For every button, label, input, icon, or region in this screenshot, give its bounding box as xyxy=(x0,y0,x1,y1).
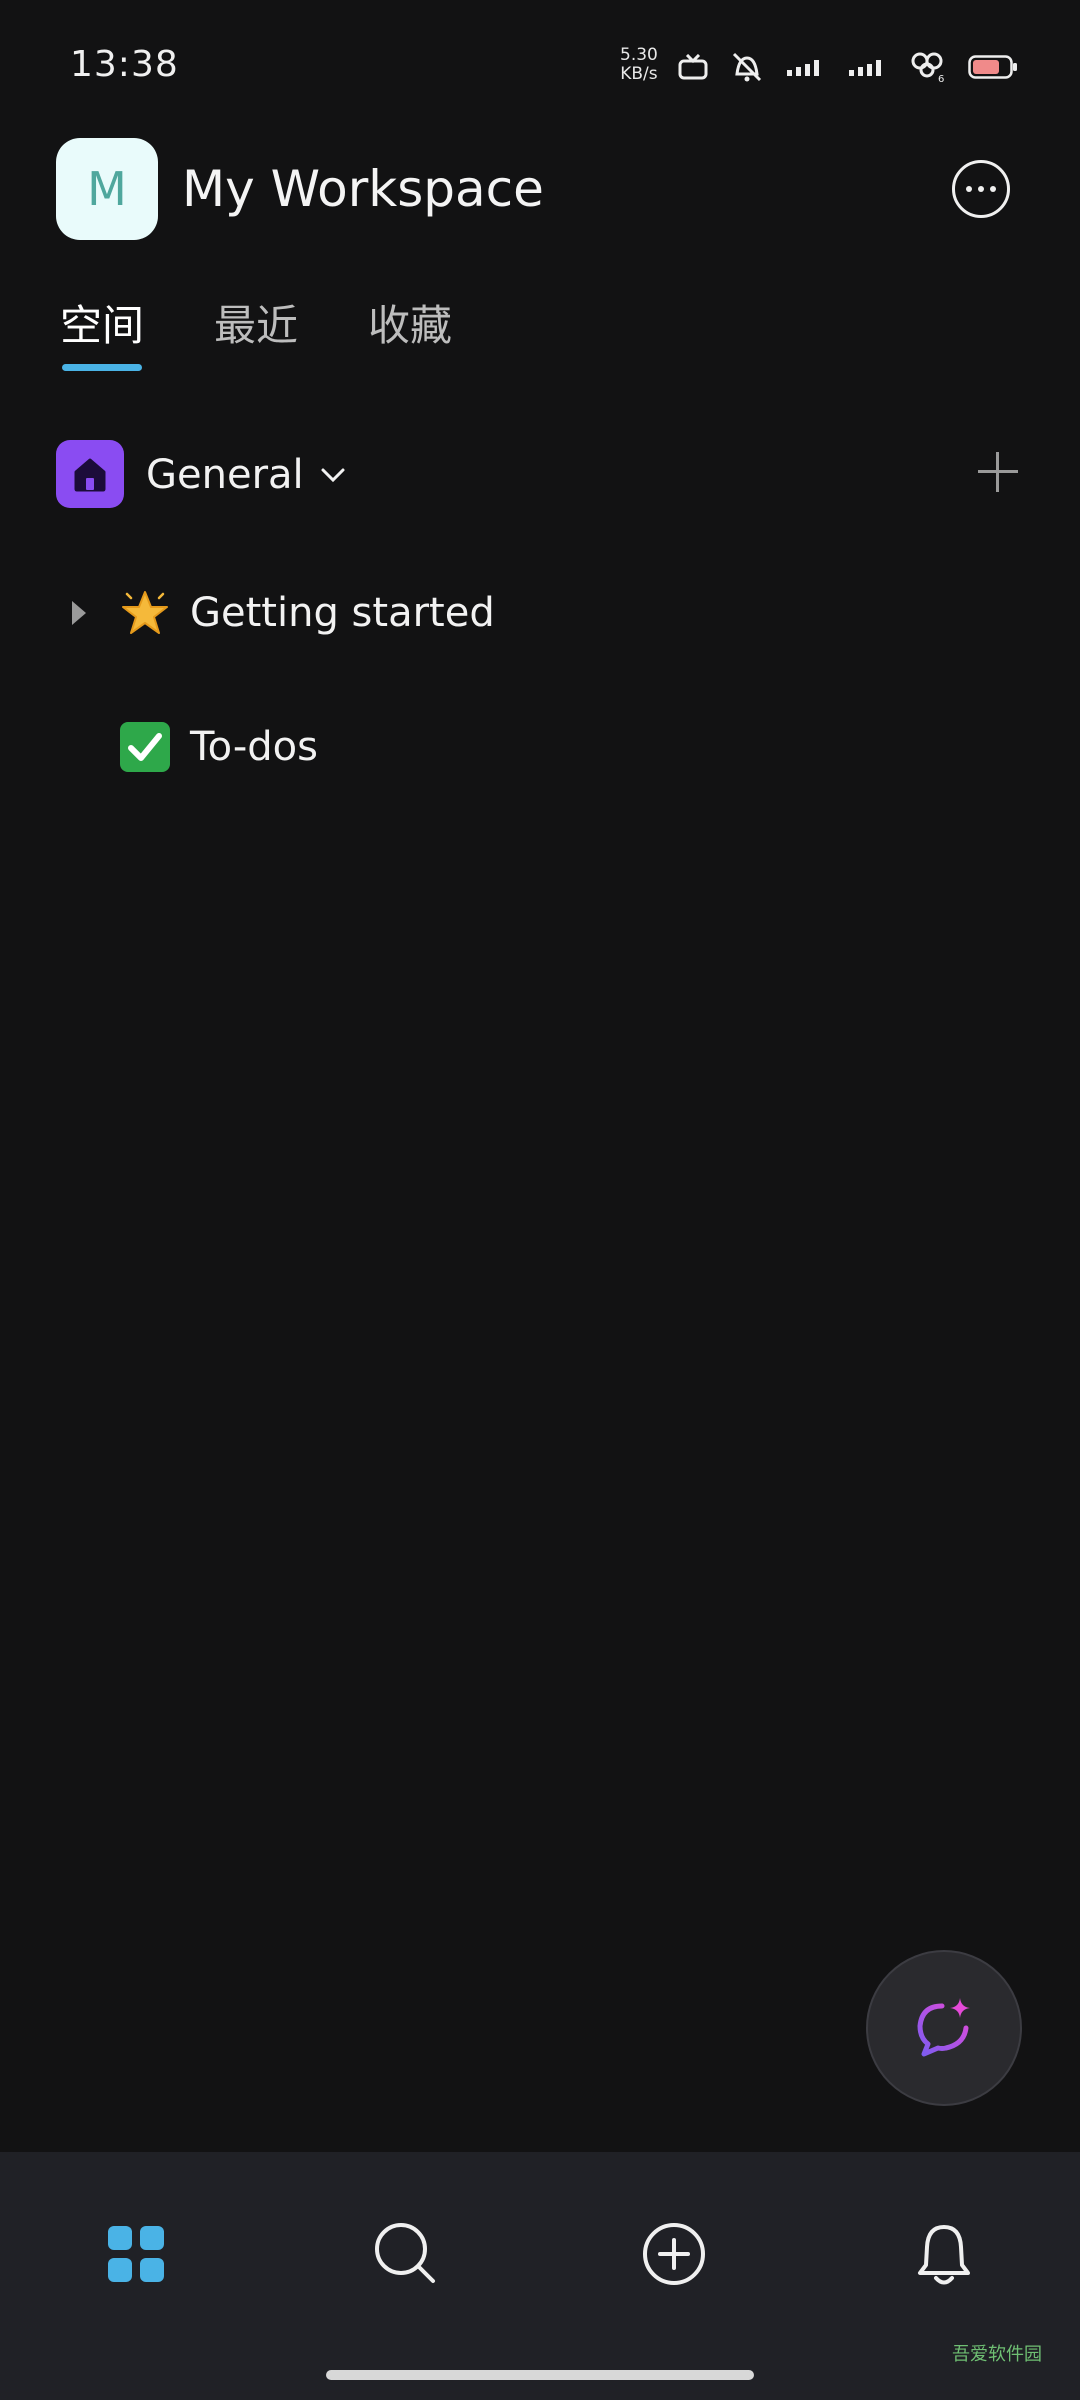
tv-icon xyxy=(678,54,708,80)
ai-chat-button[interactable] xyxy=(866,1950,1022,2106)
nav-add[interactable] xyxy=(634,2214,714,2294)
star-icon xyxy=(118,586,172,640)
space-selector[interactable]: General xyxy=(146,452,346,498)
nav-notifications[interactable] xyxy=(904,2214,984,2294)
watermark: 吾爱软件园 xyxy=(952,2344,1042,2365)
space-home-icon[interactable] xyxy=(56,440,124,508)
nav-home[interactable] xyxy=(96,2214,176,2294)
more-dot xyxy=(966,186,972,192)
home-indicator[interactable] xyxy=(326,2370,754,2380)
add-page-button[interactable] xyxy=(978,452,1018,492)
bottom-navigation xyxy=(0,2152,1080,2400)
space-name: General xyxy=(146,452,304,498)
tab-favorites[interactable]: 收藏 xyxy=(368,292,452,372)
screen: 13:38 5.30 KB/s 6 M My Workspace 空间 最近 收… xyxy=(0,0,1080,2400)
check-icon xyxy=(118,720,172,774)
tab-bar: 空间 最近 收藏 xyxy=(60,292,452,372)
page-title: Getting started xyxy=(190,590,495,636)
tab-space[interactable]: 空间 xyxy=(60,292,144,372)
page-title: To-dos xyxy=(190,724,318,770)
alarm-off-icon xyxy=(732,52,762,82)
network-speed-unit: KB/s xyxy=(620,64,658,84)
page-item[interactable]: To-dos xyxy=(0,702,1080,792)
network-speed-value: 5.30 xyxy=(620,45,658,65)
tab-label: 收藏 xyxy=(368,301,453,350)
page-item[interactable]: Getting started xyxy=(0,568,1080,658)
network-speed: 5.30 KB/s xyxy=(620,46,658,84)
tab-label: 空间 xyxy=(60,301,145,350)
battery-icon xyxy=(968,55,1017,79)
wifi-icon: 6 xyxy=(911,52,944,82)
tab-active-indicator xyxy=(62,364,142,371)
grid-icon xyxy=(108,2226,164,2282)
chevron-down-icon xyxy=(321,468,345,483)
avatar-letter: M xyxy=(87,162,127,216)
workspace-title[interactable]: My Workspace xyxy=(182,160,544,218)
house-icon xyxy=(74,458,106,492)
search-icon xyxy=(375,2223,435,2283)
signal-2-icon xyxy=(849,60,881,76)
ai-chat-icon xyxy=(917,1998,970,2057)
svg-text:6: 6 xyxy=(938,74,944,82)
more-dot xyxy=(978,186,984,192)
tab-label: 最近 xyxy=(214,301,299,350)
expand-arrow-icon[interactable] xyxy=(72,601,86,625)
status-time: 13:38 xyxy=(70,44,179,85)
signal-1-icon xyxy=(787,60,819,76)
workspace-avatar[interactable]: M xyxy=(56,138,158,240)
status-bar: 13:38 5.30 KB/s 6 xyxy=(0,0,1080,130)
status-icons: 6 xyxy=(678,50,1018,84)
bell-icon xyxy=(918,2225,970,2285)
add-circle-icon xyxy=(643,2223,705,2285)
more-dot xyxy=(990,186,996,192)
nav-search[interactable] xyxy=(366,2214,446,2294)
tab-recent[interactable]: 最近 xyxy=(214,292,298,372)
more-options-button[interactable] xyxy=(952,160,1010,218)
